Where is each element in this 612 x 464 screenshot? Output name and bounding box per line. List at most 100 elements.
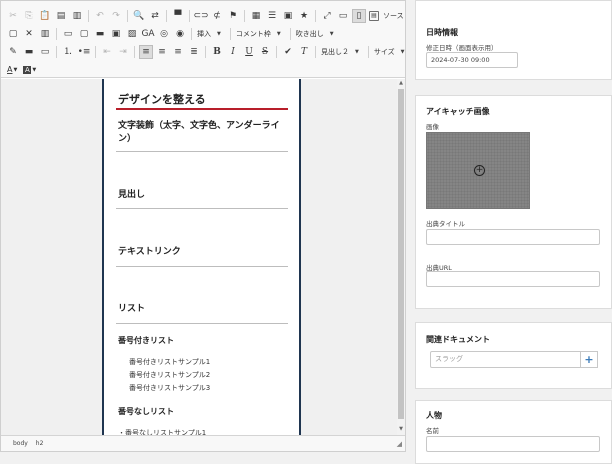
align-left-icon[interactable]: ≡ <box>139 44 153 59</box>
heading-divider <box>116 266 288 267</box>
bulleted-list-icon[interactable]: •≡ <box>78 46 91 58</box>
modified-datetime-input[interactable]: 2024-07-30 09:00 <box>426 52 518 68</box>
embed-icon[interactable]: ▭ <box>62 28 74 40</box>
anchor-flag-icon[interactable]: ⚑ <box>227 10 239 22</box>
numbered-list-icon[interactable]: ⒈ <box>62 46 74 58</box>
related-documents-title: 関連ドキュメント <box>426 335 490 344</box>
person-name-label: 名前 <box>426 427 439 435</box>
clear-format-icon[interactable]: T <box>298 46 310 58</box>
chevron-down-icon: ▼ <box>13 66 18 73</box>
style-brush-icon[interactable]: ✎ <box>7 46 19 58</box>
datetime-panel-title: 日時情報 <box>426 28 458 37</box>
undo-icon[interactable]: ↶ <box>94 10 106 22</box>
background-color-button[interactable]: A ▼ <box>23 65 36 74</box>
scroll-down-arrow-icon[interactable]: ▼ <box>397 425 405 433</box>
article-title-heading: デザインを整える <box>118 93 206 106</box>
add-slug-button[interactable]: + <box>581 351 598 368</box>
font-size-dropdown[interactable]: サイズ ▼ <box>374 47 405 57</box>
show-blocks-icon[interactable]: ▭ <box>337 10 349 22</box>
eyecatch-image-placeholder[interactable]: + <box>426 132 530 209</box>
editor-scrollbar[interactable]: ▲ ▼ <box>397 79 405 435</box>
heading-list: リスト <box>118 304 146 314</box>
source-button[interactable]: ソース <box>383 11 404 21</box>
comment-box-dropdown[interactable]: コメント枠 ▼ <box>236 29 281 39</box>
text-color-icon: A <box>7 65 13 74</box>
chevron-down-icon: ▼ <box>400 48 405 55</box>
editor-toolbar: ✂ ⎘ 📋 ▤ ▥ ↶ ↷ 🔍 ⇄ ▀ ⊂⊃ ⊄ ⚑ ▦ ☰ ▣ ★ ⤢ ▭ ▯ <box>1 1 405 78</box>
strikethrough-icon[interactable]: S <box>259 46 271 58</box>
heading-text-link: テキストリンク <box>118 247 181 257</box>
copy-icon[interactable]: ⎘ <box>23 10 35 22</box>
box-icon[interactable]: ▢ <box>78 28 90 40</box>
button-icon[interactable]: ▬ <box>94 28 106 40</box>
template-icon[interactable]: ▀ <box>172 10 184 22</box>
speech-bubble-icon[interactable]: ▬ <box>23 46 35 58</box>
bold-icon[interactable]: B <box>211 46 223 58</box>
source-title-label: 出典タイトル <box>426 220 465 228</box>
ordered-list-item: 番号付きリストサンプル2 <box>129 371 211 379</box>
maximize-icon[interactable]: ⤢ <box>321 10 333 22</box>
resize-handle-icon[interactable]: ◢ <box>397 440 402 448</box>
columns-icon[interactable]: ▥ <box>39 28 51 40</box>
heading-dropdown[interactable]: 見出し２ ▼ <box>321 47 359 57</box>
paste-text-icon[interactable]: ▤ <box>55 10 67 22</box>
instagram-icon[interactable]: ◎ <box>158 28 170 40</box>
path-body[interactable]: body <box>13 440 28 447</box>
editor-document-page[interactable]: デザインを整える 文字装飾（太字、文字色、アンダーライン） 見出し テキストリン… <box>102 79 301 441</box>
unlink-icon[interactable]: ⊄ <box>211 10 223 22</box>
background-color-icon: A <box>23 65 32 74</box>
path-h2[interactable]: h2 <box>36 440 44 447</box>
horizontal-rule-icon[interactable]: ☰ <box>266 10 278 22</box>
rich-text-editor: ✂ ⎘ 📋 ▤ ▥ ↶ ↷ 🔍 ⇄ ▀ ⊂⊃ ⊄ ⚑ ▦ ☰ ▣ ★ ⤢ ▭ ▯ <box>0 0 406 452</box>
image-gallery-icon[interactable]: ▣ <box>110 28 122 40</box>
eyecatch-panel-title: アイキャッチ画像 <box>426 107 490 116</box>
title-underline <box>116 108 288 110</box>
paste-word-icon[interactable]: ▥ <box>71 10 83 22</box>
italic-icon[interactable]: I <box>227 46 239 58</box>
spellcheck-icon[interactable]: ✔ <box>282 46 294 58</box>
picture-icon[interactable]: ▨ <box>126 28 138 40</box>
person-panel: 人物 名前 <box>415 400 612 464</box>
outdent-icon[interactable]: ⇤ <box>101 46 113 58</box>
editor-content-area[interactable]: デザインを整える 文字装飾（太字、文字色、アンダーライン） 見出し テキストリン… <box>1 79 405 441</box>
related-documents-panel: 関連ドキュメント スラッグ + <box>415 322 612 389</box>
chevron-down-icon: ▼ <box>329 30 334 37</box>
redo-icon[interactable]: ↷ <box>110 10 122 22</box>
element-path: body h2 <box>13 440 49 447</box>
underline-icon[interactable]: U <box>243 46 255 58</box>
source-icon[interactable]: ▤ <box>369 10 379 21</box>
image-icon[interactable]: ▣ <box>282 10 294 22</box>
mobile-preview-icon[interactable]: ▯ <box>352 8 366 23</box>
indent-icon[interactable]: ⇥ <box>117 46 129 58</box>
balloon-dropdown[interactable]: 吹き出し ▼ <box>296 29 334 39</box>
scroll-up-arrow-icon[interactable]: ▲ <box>397 79 405 87</box>
source-title-input[interactable] <box>426 229 600 245</box>
record-icon[interactable]: ◉ <box>174 28 186 40</box>
ga-button[interactable]: GA <box>141 28 154 40</box>
insert-dropdown[interactable]: 挿入 ▼ <box>197 29 221 39</box>
remove-format-icon[interactable]: ✕ <box>23 28 35 40</box>
heading-divider <box>116 208 288 209</box>
search-icon[interactable]: 🔍 <box>133 10 145 22</box>
cut-icon[interactable]: ✂ <box>7 10 19 22</box>
source-url-input[interactable] <box>426 271 600 287</box>
editor-statusbar: body h2 ◢ <box>1 435 405 451</box>
link-icon[interactable]: ⊂⊃ <box>193 10 208 22</box>
person-name-input[interactable] <box>426 436 600 452</box>
heading-text-decoration: 文字装飾（太字、文字色、アンダーライン） <box>118 121 280 144</box>
new-page-icon[interactable]: ▢ <box>7 28 19 40</box>
paste-icon[interactable]: 📋 <box>39 10 51 22</box>
align-justify-icon[interactable]: ≣ <box>188 46 200 58</box>
frame-icon[interactable]: ▭ <box>39 46 51 58</box>
align-right-icon[interactable]: ≡ <box>172 46 184 58</box>
ordered-list-item: 番号付きリストサンプル3 <box>129 384 211 392</box>
replace-icon[interactable]: ⇄ <box>149 10 161 22</box>
ordered-list-heading: 番号付きリスト <box>118 336 174 345</box>
text-color-button[interactable]: A ▼ <box>7 65 17 74</box>
align-center-icon[interactable]: ≡ <box>156 46 168 58</box>
add-image-plus-icon[interactable]: + <box>474 165 485 176</box>
slug-input[interactable]: スラッグ <box>430 351 581 368</box>
scrollbar-thumb[interactable] <box>398 89 404 419</box>
table-icon[interactable]: ▦ <box>250 10 262 22</box>
special-char-icon[interactable]: ★ <box>298 10 310 22</box>
